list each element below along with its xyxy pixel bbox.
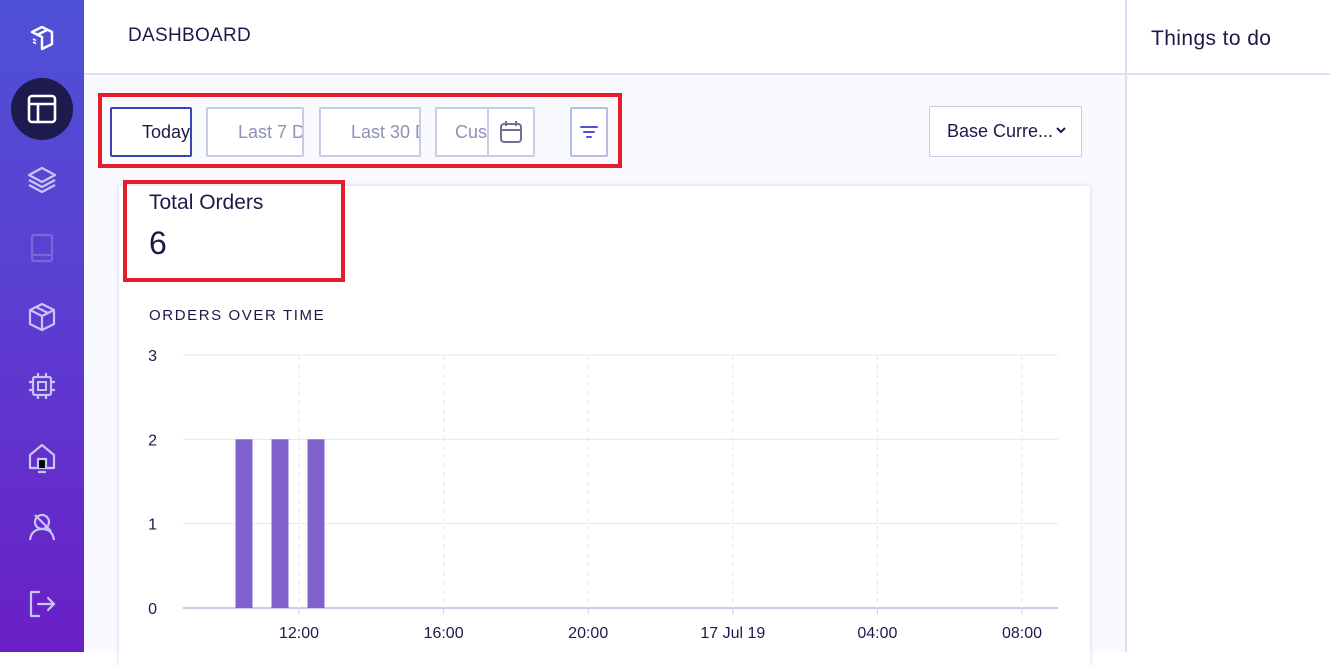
sidebar-item-products[interactable] [0, 287, 84, 347]
y-tick-label: 0 [148, 601, 157, 618]
y-tick-label: 2 [148, 432, 157, 449]
chart-bar [271, 439, 289, 608]
things-to-do-title: Things to do [1127, 0, 1330, 75]
chart-bar [307, 439, 325, 608]
sidebar-item-book[interactable] [0, 218, 84, 278]
x-tick-label: 17 Jul 19 [700, 625, 765, 642]
chip-icon [29, 373, 55, 399]
sidebar-item-store[interactable] [0, 427, 84, 487]
sidebar-item-logout[interactable] [0, 574, 84, 634]
home-icon [28, 443, 56, 474]
logo-icon[interactable] [0, 8, 84, 68]
y-tick-label: 3 [148, 348, 157, 365]
user-icon [28, 513, 56, 541]
y-tick-label: 1 [148, 517, 157, 534]
x-tick-label: 20:00 [568, 625, 608, 642]
chart-bar [235, 439, 253, 608]
box-icon [28, 302, 56, 332]
main-content: DASHBOARD Today Last 7 D Last 30 D Cus B… [84, 0, 1125, 666]
sidebar-item-layers[interactable] [0, 150, 84, 210]
sidebar-item-account[interactable] [0, 497, 84, 557]
logout-icon [29, 590, 56, 618]
x-tick-label: 04:00 [857, 625, 897, 642]
layers-icon [27, 166, 57, 194]
book-icon [30, 233, 54, 263]
sidebar [0, 0, 84, 652]
orders-over-time-chart: 0 1 2 3 12:00 16:00 20:00 17 Jul 19 04:00 08:00 [148, 348, 1058, 642]
right-panel: Things to do [1125, 0, 1330, 652]
sidebar-item-integrations[interactable] [0, 356, 84, 416]
x-tick-label: 12:00 [279, 625, 319, 642]
x-tick-label: 16:00 [424, 625, 464, 642]
sidebar-item-dashboard[interactable] [0, 78, 84, 140]
x-tick-label: 08:00 [1002, 625, 1042, 642]
dashboard-icon [11, 78, 73, 140]
